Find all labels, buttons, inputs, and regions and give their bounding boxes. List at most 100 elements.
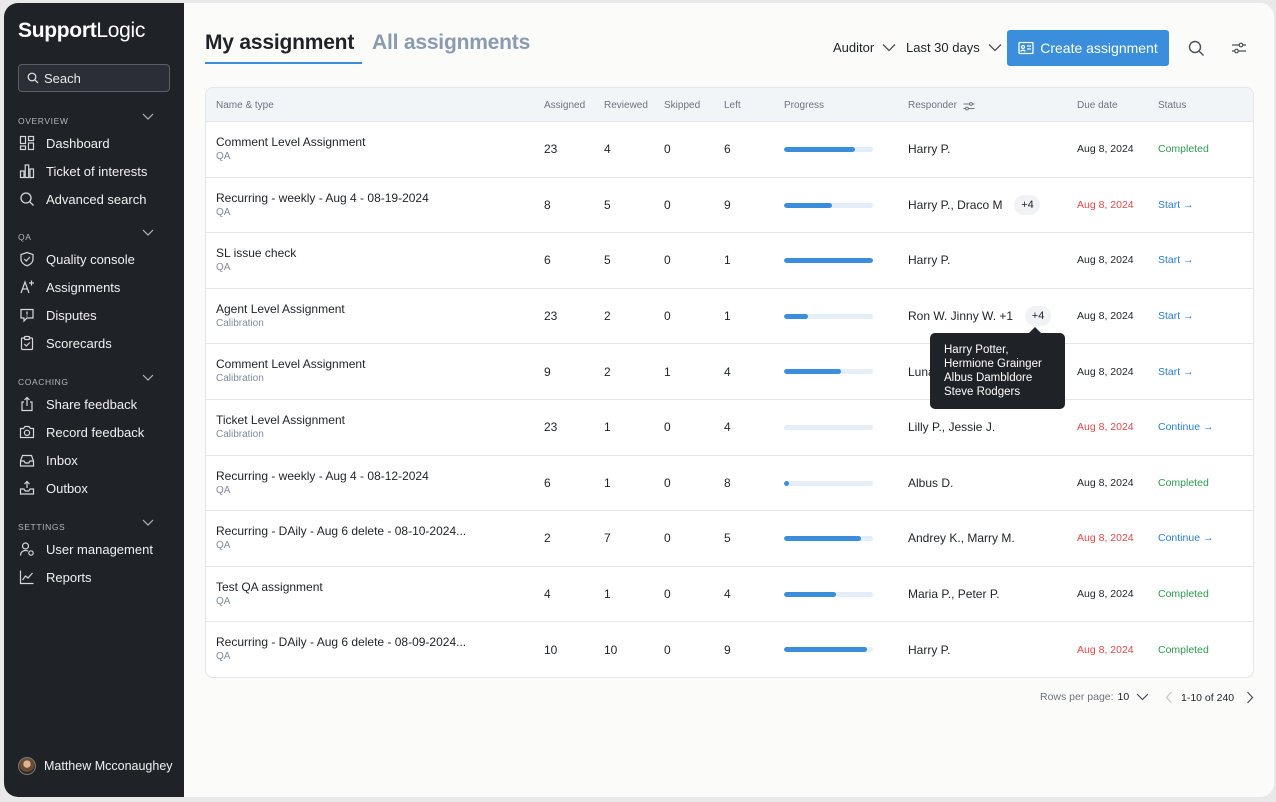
sliders-icon[interactable] — [963, 101, 975, 111]
status-action-link[interactable]: Start → — [1158, 199, 1194, 211]
chevron-left-icon[interactable] — [1165, 691, 1173, 704]
sidebar-item-dashboard[interactable]: Dashboard — [18, 131, 170, 155]
tab-my-assignment[interactable]: My assignment — [205, 31, 354, 55]
assignment-name[interactable]: Ticket Level Assignment — [216, 413, 345, 427]
sidebar-search[interactable]: Seach — [18, 64, 170, 92]
sidebar-item-record-feedback[interactable]: Record feedback — [18, 420, 170, 444]
sidebar-item-scorecards[interactable]: Scorecards — [18, 331, 170, 355]
assignment-name[interactable]: Agent Level Assignment — [216, 302, 345, 316]
responder-names: Albus D. — [908, 475, 954, 490]
tooltip-line: Steve Rodgers — [944, 386, 1021, 398]
left-count: 9 — [724, 643, 731, 658]
rows-per-page-value[interactable]: 10 — [1118, 691, 1130, 703]
table-row[interactable]: Ticket Level Assignment Calibration 23 1 0 4 L… — [206, 400, 1253, 456]
sliders-icon — [1232, 42, 1246, 54]
assignment-icon — [18, 278, 36, 296]
sidebar-item-ticket-of-interests[interactable]: Ticket of interests — [18, 159, 170, 183]
column-header-skipped[interactable]: Skipped — [664, 100, 700, 111]
date-filter-dropdown[interactable]: Last 30 days — [906, 40, 1002, 55]
role-filter-label: Auditor — [833, 40, 875, 55]
nav-label: Disputes — [46, 307, 97, 323]
assignment-name[interactable]: Recurring - weekly - Aug 4 - 08-12-2024 — [216, 469, 429, 483]
search-icon — [1188, 40, 1204, 56]
search-button[interactable] — [1186, 38, 1206, 58]
assignment-name[interactable]: Recurring - DAily - Aug 6 delete - 08-09… — [216, 635, 466, 649]
section-coaching[interactable]: COACHING — [18, 374, 170, 387]
user-profile[interactable]: Matthew Mcconaughey — [18, 757, 173, 775]
status-action-link[interactable]: Continue → — [1158, 532, 1213, 544]
assignment-name[interactable]: Test QA assignment — [216, 580, 323, 594]
table-row[interactable]: Test QA assignment QA 4 1 0 4 Maria P., Peter … — [206, 567, 1253, 623]
progress-bar — [784, 647, 873, 653]
assignment-name[interactable]: Comment Level Assignment — [216, 357, 365, 371]
column-header-responder[interactable]: Responder — [908, 100, 975, 111]
bar-chart-icon — [18, 162, 36, 180]
column-header-left[interactable]: Left — [724, 100, 741, 111]
table-row[interactable]: Agent Level Assignment Calibration 23 2 0 1 Ro… — [206, 289, 1253, 345]
column-header-status[interactable]: Status — [1158, 100, 1186, 111]
status-action-link[interactable]: Start → — [1158, 254, 1194, 266]
progress-fill — [784, 647, 867, 653]
status-badge: Completed — [1158, 143, 1209, 156]
sidebar-item-user-management[interactable]: User management — [18, 537, 170, 561]
status-action-link[interactable]: Start → — [1158, 366, 1194, 378]
date-filter-label: Last 30 days — [906, 40, 980, 55]
section-qa[interactable]: QA — [18, 229, 170, 242]
role-filter-dropdown[interactable]: Auditor — [833, 40, 896, 55]
progress-fill — [784, 313, 809, 319]
tab-all-assignments[interactable]: All assignments — [372, 31, 530, 55]
column-header-name[interactable]: Name & type — [216, 100, 274, 111]
left-count: 1 — [724, 309, 731, 324]
assignment-name[interactable]: SL issue check — [216, 246, 296, 260]
sidebar-item-outbox[interactable]: Outbox — [18, 476, 170, 500]
table-row[interactable]: Recurring - weekly - Aug 4 - 08-19-2024 Q… — [206, 178, 1253, 234]
outbox-icon — [18, 479, 36, 497]
skipped-count: 0 — [664, 197, 671, 212]
table-row[interactable]: Recurring - weekly - Aug 4 - 08-12-2024 Q… — [206, 456, 1253, 512]
left-count: 4 — [724, 587, 731, 602]
column-header-progress[interactable]: Progress — [784, 100, 824, 111]
progress-bar — [784, 369, 873, 375]
status-action-link[interactable]: Start → — [1158, 310, 1194, 322]
assignment-name[interactable]: Recurring - DAily - Aug 6 delete - 08-10… — [216, 524, 466, 538]
section-settings[interactable]: SETTINGS — [18, 519, 170, 532]
assigned-count: 4 — [544, 587, 551, 602]
sidebar-item-inbox[interactable]: Inbox — [18, 448, 170, 472]
column-header-reviewed[interactable]: Reviewed — [604, 100, 648, 111]
section-overview[interactable]: OVERVIEW — [18, 113, 170, 126]
assignment-name[interactable]: Recurring - weekly - Aug 4 - 08-19-2024 — [216, 191, 429, 205]
table-row[interactable]: Comment Level Assignment QA 23 4 0 6 Harry P. A… — [206, 122, 1253, 178]
assignment-name[interactable]: Comment Level Assignment — [216, 135, 365, 149]
responder-cell: Harry P. — [908, 253, 950, 267]
clipboard-icon — [18, 334, 36, 352]
progress-bar — [784, 536, 873, 542]
column-header-due-date[interactable]: Due date — [1077, 100, 1118, 111]
user-gear-icon — [18, 540, 36, 558]
more-responders-badge[interactable]: +4 — [1014, 194, 1041, 215]
more-responders-badge[interactable]: +4 — [1025, 306, 1052, 327]
table-row[interactable]: Recurring - DAily - Aug 6 delete - 08-10… — [206, 511, 1253, 567]
create-assignment-button[interactable]: Create assignment — [1007, 30, 1169, 66]
due-date: Aug 8, 2024 — [1077, 365, 1134, 378]
filter-settings-button[interactable] — [1229, 38, 1249, 58]
progress-bar — [784, 258, 873, 264]
sidebar-item-assignments[interactable]: Assignments — [18, 275, 170, 299]
chevron-right-icon[interactable] — [1246, 691, 1254, 704]
table-row[interactable]: SL issue check QA 6 5 0 1 Harry P. Aug 8, 2024 S… — [206, 233, 1253, 289]
table-row[interactable]: Recurring - DAily - Aug 6 delete - 08-09… — [206, 622, 1253, 677]
sidebar-item-disputes[interactable]: Disputes — [18, 303, 170, 327]
sidebar-item-advanced-search[interactable]: Advanced search — [18, 187, 170, 211]
column-header-assigned[interactable]: Assigned — [544, 100, 585, 111]
skipped-count: 0 — [664, 253, 671, 268]
status-action-link[interactable]: Continue → — [1158, 421, 1213, 433]
sidebar-item-share-feedback[interactable]: Share feedback — [18, 392, 170, 416]
responder-names: Harry P. — [908, 643, 951, 658]
table-row[interactable]: Comment Level Assignment Calibration 9 2 1 4 L… — [206, 344, 1253, 400]
due-date: Aug 8, 2024 — [1077, 421, 1134, 434]
assignments-table: Name & type Assigned Reviewed Skipped Le… — [205, 87, 1254, 678]
sidebar-item-quality-console[interactable]: Quality console — [18, 247, 170, 271]
sidebar-item-reports[interactable]: Reports — [18, 565, 170, 589]
progress-bar — [784, 313, 873, 319]
progress-bar — [784, 147, 873, 152]
chevron-down-icon[interactable] — [1136, 693, 1149, 701]
